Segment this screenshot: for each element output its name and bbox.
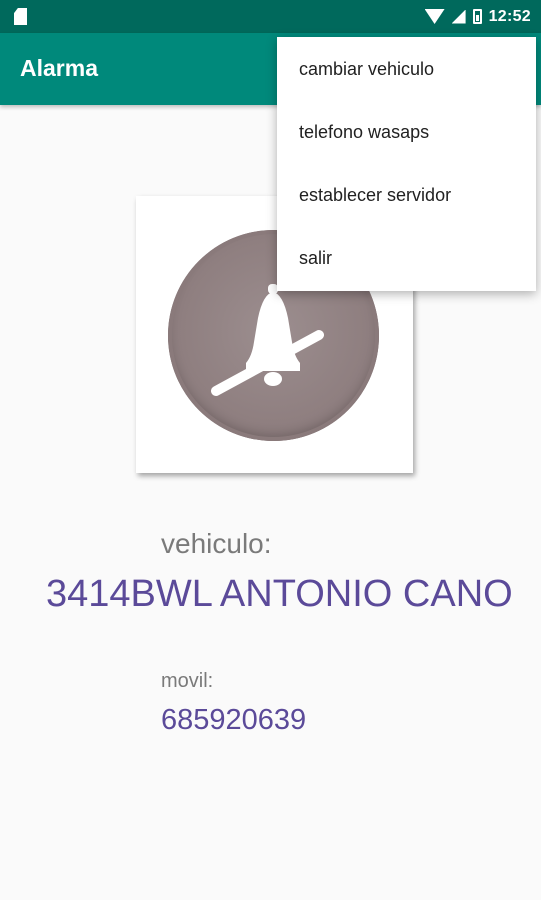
wifi-icon [424, 9, 445, 24]
movil-label: movil: [161, 670, 214, 692]
cell-signal-icon [451, 9, 466, 24]
sd-card-icon [14, 8, 27, 25]
menu-item-establecer-servidor[interactable]: establecer servidor [277, 164, 536, 227]
movil-value: 685920639 [161, 704, 307, 736]
vehicle-value: 3414BWL ANTONIO CANO [46, 573, 513, 615]
battery-icon [472, 9, 482, 24]
menu-item-telefono-wasaps[interactable]: telefono wasaps [277, 101, 536, 164]
menu-item-salir[interactable]: salir [277, 227, 536, 290]
vehicle-label: vehiculo: [161, 528, 272, 559]
app-title: Alarma [20, 55, 98, 81]
status-right-icons: 12:52 [424, 0, 531, 33]
status-time: 12:52 [488, 7, 531, 25]
menu-item-cambiar-vehiculo[interactable]: cambiar vehiculo [277, 38, 536, 101]
overflow-menu: cambiar vehiculo telefono wasaps estable… [277, 37, 536, 291]
status-left-icons [14, 8, 27, 25]
status-bar: 12:52 [0, 0, 541, 33]
